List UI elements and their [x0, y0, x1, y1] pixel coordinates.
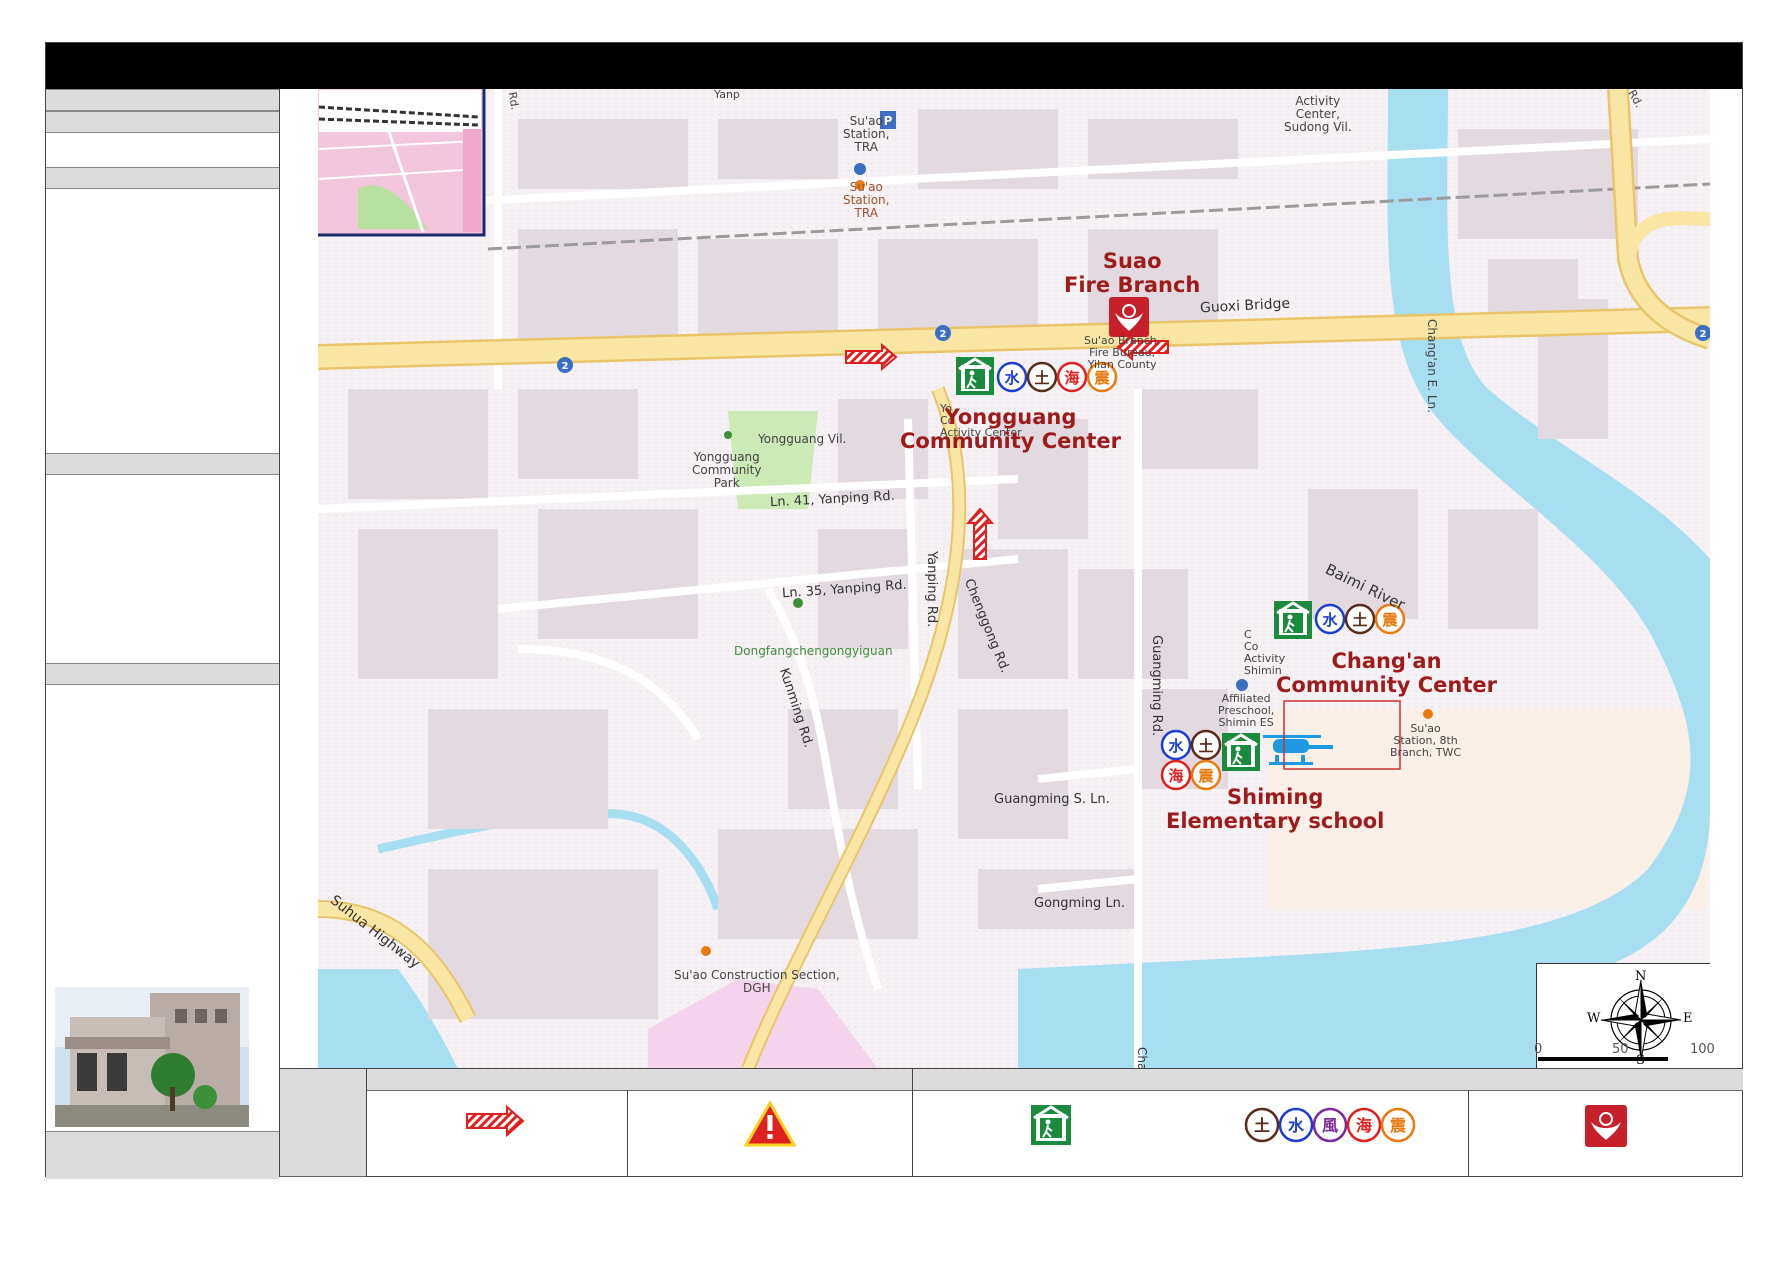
- compass-w: W: [1587, 1011, 1601, 1026]
- preschool-icon: [1236, 679, 1248, 691]
- legend-header-left: [366, 1069, 912, 1091]
- legend-hazard-water: 水: [1278, 1107, 1314, 1143]
- hazard-earth-yongguang: 土: [1026, 361, 1058, 393]
- inset-map: [318, 89, 486, 237]
- map-sheet: 2 2 2 水 土 海 震 水 土 震 水 土 海 震 P Su'ao Stat…: [45, 42, 1743, 1179]
- title-shiming: Shiming Elementary school: [1166, 785, 1385, 834]
- water-company-icon: [1423, 709, 1433, 719]
- scale-tick-50: 50: [1612, 1042, 1629, 1057]
- label-yongguang-vil: Yongguang Vil.: [758, 432, 847, 446]
- legend-cell-danger: [627, 1091, 912, 1177]
- svg-text:震: 震: [1198, 767, 1214, 785]
- sidebar-header-4: [46, 453, 279, 475]
- sidebar-field-4: [46, 685, 279, 971]
- label-fire-branch-poi: Su'ao Branch, Fire Bureau, Yilan County: [1084, 334, 1161, 372]
- header-bar: [46, 43, 1742, 89]
- sidebar-header-5: [46, 663, 279, 685]
- legend-evac-arrow-icon: [466, 1104, 525, 1138]
- station-icon: [854, 163, 866, 175]
- legend-hazard-sea: 海: [1346, 1107, 1382, 1143]
- svg-text:海: 海: [1168, 767, 1183, 785]
- title-yongguang: Yongguang Community Center: [900, 405, 1121, 454]
- legend-shelter-icon: [1031, 1105, 1071, 1145]
- legend-area: 土 水 風 海 震: [280, 1068, 1743, 1178]
- legend-hazard-quake: 震: [1380, 1107, 1416, 1143]
- hazard-earth-changan: 土: [1344, 603, 1376, 635]
- svg-text:水: 水: [1288, 1116, 1305, 1135]
- hazard-earth-shiming: 土: [1190, 729, 1222, 761]
- label-construction: Su'ao Construction Section, DGH: [674, 968, 840, 996]
- compass-e: E: [1683, 1011, 1693, 1026]
- svg-text:土: 土: [1254, 1116, 1270, 1135]
- label-dongfang: Dongfangchengongyiguan: [734, 644, 893, 658]
- sidebar-header-1: [46, 89, 279, 111]
- compass-n: N: [1635, 969, 1647, 984]
- legend-header-right: [912, 1069, 1743, 1091]
- label-cha: Cha: [1135, 1047, 1149, 1069]
- label-top-road: Yanp: [714, 89, 740, 101]
- svg-text:土: 土: [1198, 737, 1213, 755]
- park-tree-icon: [724, 431, 732, 439]
- label-activity-sudong: Activity Center, Sudong Vil.: [1284, 94, 1352, 135]
- label-suao-station-tra: Su'ao Station, TRA: [843, 180, 890, 221]
- svg-text:土: 土: [1352, 611, 1367, 629]
- fire-branch-icon: [1109, 297, 1149, 337]
- svg-text:風: 風: [1322, 1116, 1338, 1135]
- label-rd-top-left: Rd.: [505, 90, 522, 112]
- construction-icon: [701, 946, 711, 956]
- legend-side-label: [280, 1069, 366, 1177]
- legend-hazard-earth: 土: [1244, 1107, 1280, 1143]
- svg-text:震: 震: [1389, 1116, 1407, 1135]
- info-sidebar: [46, 89, 280, 1179]
- hazard-sea-yongguang: 海: [1056, 361, 1088, 393]
- evacuation-map[interactable]: 2 2 2 水 土 海 震 水 土 震 水 土 海 震 P Su'ao Stat…: [318, 89, 1710, 1069]
- route-shield-3-text: 2: [1700, 329, 1707, 340]
- svg-text:水: 水: [1322, 611, 1338, 629]
- legend-cell-shelter: 土 水 風 海 震: [912, 1091, 1468, 1177]
- label-suao-8th: Su'ao Station, 8th Branch, TWC: [1390, 722, 1462, 760]
- title-fire-branch: Suao Fire Branch: [1064, 249, 1201, 298]
- sidebar-header-2: [46, 111, 279, 133]
- hazard-water-shiming: 水: [1160, 729, 1192, 761]
- legend-fire-icon: [1585, 1105, 1627, 1147]
- scale-tick-0: 0: [1534, 1042, 1543, 1057]
- svg-text:震: 震: [1094, 369, 1110, 387]
- label-guangming-s-ln: Guangming S. Ln.: [994, 792, 1110, 807]
- shelter-icon-shiming: [1222, 733, 1260, 771]
- legend-cell-route: [366, 1091, 627, 1177]
- hazard-water-yongguang: 水: [996, 361, 1028, 393]
- sidebar-header-3: [46, 167, 279, 189]
- label-yongguang-park: Yongguang Community Park: [692, 450, 762, 491]
- scale-tick-100: 100: [1690, 1042, 1715, 1057]
- legend-warning-icon: [743, 1099, 797, 1147]
- svg-text:海: 海: [1356, 1116, 1372, 1135]
- label-suao-station: Su'ao Station, TRA: [843, 114, 890, 155]
- svg-text:水: 水: [1004, 369, 1020, 387]
- route-shield-2-text: 2: [940, 329, 947, 340]
- label-yanping-rd: Yanping Rd.: [924, 551, 939, 628]
- label-affiliated-preschool: Affiliated Preschool, Shimin ES: [1218, 692, 1275, 730]
- label-changan-e-ln: Chang'an E. Ln.: [1425, 319, 1439, 413]
- hazard-water-changan: 水: [1314, 603, 1346, 635]
- sidebar-footer: [46, 1131, 279, 1179]
- label-gongming-ln: Gongming Ln.: [1034, 896, 1126, 911]
- svg-text:土: 土: [1034, 369, 1049, 387]
- title-changan: Chang'an Community Center: [1276, 649, 1497, 698]
- legend-hazard-wind: 風: [1312, 1107, 1348, 1143]
- shelter-icon-yongguang: [956, 357, 994, 395]
- sidebar-field-2: [46, 189, 279, 453]
- route-shield-1-text: 2: [562, 361, 569, 372]
- svg-text:水: 水: [1168, 737, 1184, 755]
- building-photo: [55, 987, 249, 1127]
- sidebar-field-3: [46, 475, 279, 663]
- label-guangming-rd: Guangming Rd.: [1149, 635, 1164, 737]
- svg-text:海: 海: [1064, 369, 1079, 387]
- svg-text:震: 震: [1382, 611, 1398, 629]
- sidebar-field-1: [46, 133, 279, 167]
- legend-cell-fire: [1468, 1091, 1743, 1177]
